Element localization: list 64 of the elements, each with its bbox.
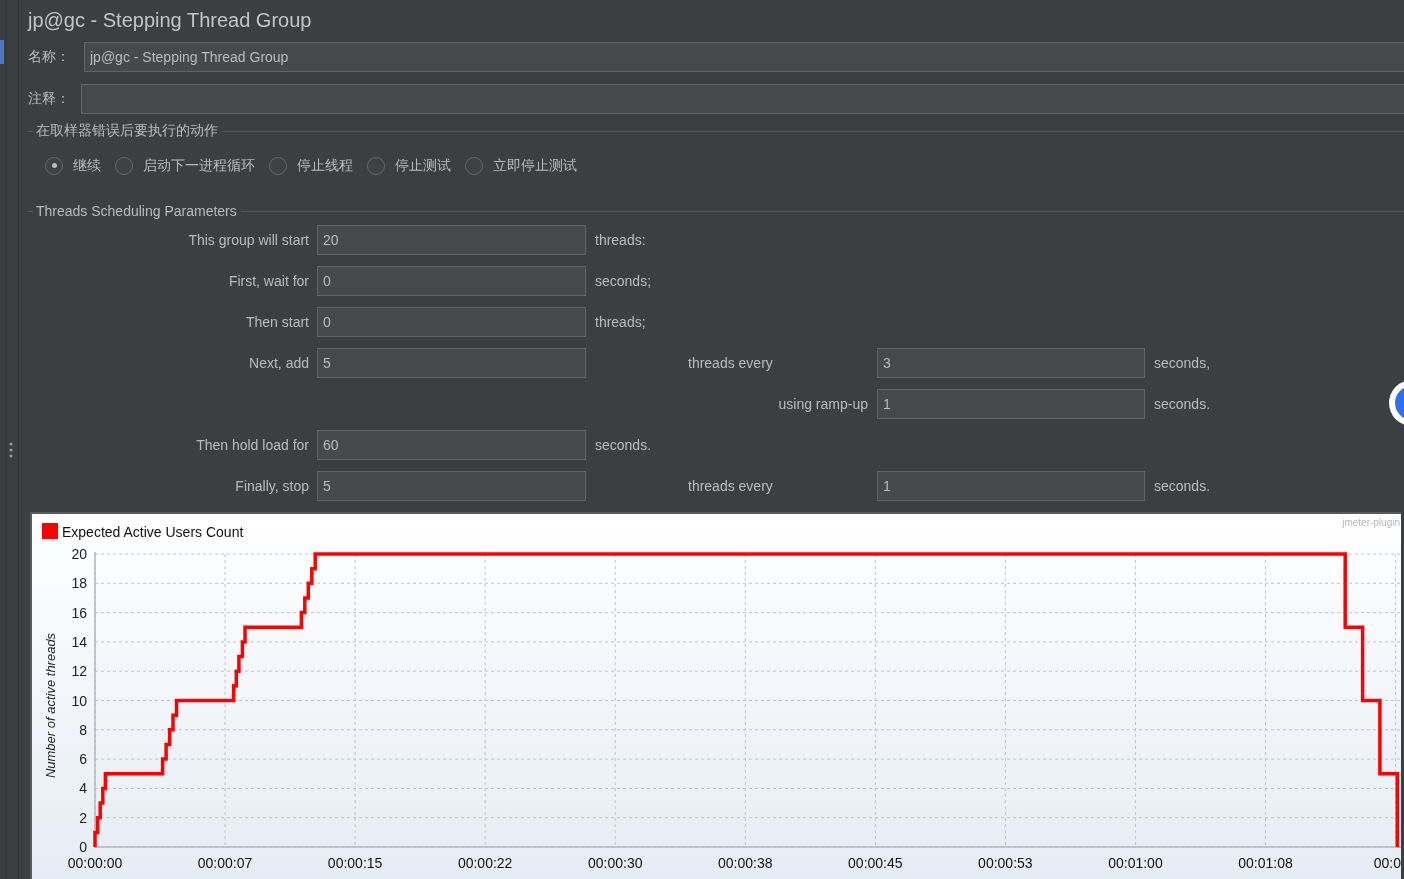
unit-label: seconds.: [1154, 478, 1211, 494]
number-field[interactable]: 3: [877, 348, 1145, 378]
unit-label: threads;: [595, 314, 646, 330]
field-label: threads every: [688, 478, 773, 494]
unit-label: threads:: [595, 232, 646, 248]
y-tick-label: 2: [79, 809, 87, 826]
number-field[interactable]: 20: [317, 225, 586, 255]
x-tick-label: 00:00:45: [848, 855, 903, 871]
x-tick-label: 00:0: [1373, 855, 1401, 871]
legend-label: Expected Active Users Count: [62, 524, 244, 540]
field-label: This group will start: [188, 232, 309, 248]
y-tick-label: 6: [79, 751, 87, 768]
y-tick-label: 10: [71, 692, 87, 709]
y-axis-title: Number of active threads: [43, 632, 58, 779]
corner-label: jmeter-plugin: [1342, 517, 1400, 528]
y-tick-label: 4: [79, 780, 87, 797]
y-tick-label: 8: [79, 721, 87, 738]
y-tick-label: 16: [71, 604, 87, 621]
field-label: First, wait for: [228, 273, 309, 289]
radio-option[interactable]: 启动下一进程循环: [115, 156, 255, 175]
x-tick-label: 00:00:22: [457, 855, 513, 871]
y-tick-label: 0: [79, 839, 87, 855]
radio-option[interactable]: 继续: [45, 156, 101, 175]
number-field[interactable]: 60: [317, 430, 586, 460]
unit-label: seconds;: [595, 273, 652, 289]
y-tick-label: 18: [71, 575, 87, 592]
radio-option[interactable]: 停止线程: [269, 156, 353, 175]
field-label: Then hold load for: [196, 437, 309, 453]
unit-label: seconds,: [1154, 355, 1211, 371]
x-tick-label: 00:01:00: [1108, 855, 1163, 871]
radio-option[interactable]: 立即停止测试: [465, 156, 577, 175]
field-label: Finally, stop: [235, 478, 309, 494]
selection-indicator: [0, 40, 4, 64]
number-field[interactable]: 0: [317, 266, 586, 296]
number-field[interactable]: 5: [317, 471, 586, 501]
x-tick-label: 00:00:38: [718, 855, 773, 871]
x-tick-label: 00:00:53: [978, 855, 1033, 871]
field-label: threads every: [688, 355, 773, 371]
name-field[interactable]: jp@gc - Stepping Thread Group: [84, 42, 1404, 72]
number-field[interactable]: 1: [877, 471, 1145, 501]
group-title: 在取样器错误后要执行的动作: [36, 122, 219, 140]
x-tick-label: 00:00:15: [327, 855, 383, 871]
comment-label: 注释：: [28, 90, 71, 108]
field-label: using ramp-up: [778, 396, 868, 412]
panel-title: jp@gc - Stepping Thread Group: [28, 8, 312, 32]
x-tick-label: 00:01:08: [1238, 855, 1293, 871]
number-field[interactable]: 0: [317, 307, 586, 337]
number-field[interactable]: 5: [317, 348, 586, 378]
field-label: Then start: [245, 314, 309, 330]
unit-label: seconds.: [595, 437, 652, 453]
field-label: Next, add: [249, 355, 309, 371]
name-label: 名称：: [28, 48, 71, 66]
x-tick-label: 00:00:30: [587, 855, 643, 871]
unit-label: seconds.: [1154, 396, 1211, 412]
radio-option[interactable]: 停止测试: [367, 156, 451, 175]
drag-handle-icon[interactable]: [9, 442, 13, 458]
group-title: Threads Scheduling Parameters: [36, 203, 238, 220]
y-tick-label: 12: [71, 663, 87, 680]
number-field[interactable]: 1: [877, 389, 1145, 419]
x-tick-label: 00:00:00: [67, 855, 123, 871]
comment-field[interactable]: [81, 84, 1404, 114]
y-tick-label: 20: [71, 546, 87, 562]
x-tick-label: 00:00:07: [197, 855, 253, 871]
y-tick-label: 14: [71, 633, 87, 650]
